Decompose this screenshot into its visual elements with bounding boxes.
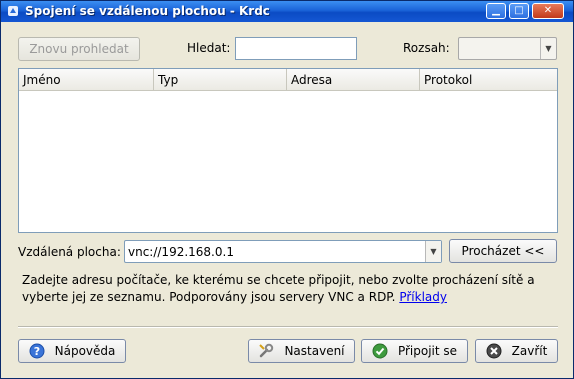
maximize-button[interactable]: □: [509, 3, 529, 19]
minimize-button[interactable]: ▁: [486, 3, 506, 19]
list-header: Jméno Typ Adresa Protokol: [19, 69, 557, 91]
help-label: Nápověda: [54, 344, 116, 358]
remote-address-input[interactable]: [125, 241, 431, 262]
help-icon: ?: [29, 343, 45, 359]
column-header-address[interactable]: Adresa: [287, 69, 420, 90]
close-window-icon: ✕: [543, 5, 553, 16]
window-title: Spojení se vzdálenou plochou - Krdc: [25, 4, 270, 18]
svg-text:?: ?: [33, 345, 39, 358]
settings-button[interactable]: Nastavení: [248, 339, 355, 363]
column-header-name[interactable]: Jméno: [19, 69, 154, 90]
remote-desktop-label: Vzdálená plocha:: [18, 245, 121, 259]
hint-line-2-text: vyberte jej ze seznamu. Podporovány jsou…: [22, 290, 396, 304]
wrench-icon: [259, 343, 274, 358]
close-icon: [486, 343, 502, 359]
chevron-down-icon[interactable]: ▼: [425, 241, 441, 262]
examples-link[interactable]: Příklady: [399, 290, 447, 304]
close-label: Zavřít: [511, 344, 548, 358]
hint-text: Zadejte adresu počítače, ke kterému se c…: [22, 272, 542, 306]
minimize-icon: ▁: [492, 5, 500, 16]
settings-label: Nastavení: [284, 344, 345, 358]
rescan-button[interactable]: Znovu prohledat: [18, 37, 140, 61]
check-icon: [372, 343, 388, 359]
browse-label: Procházet <<: [461, 244, 545, 258]
chevron-down-icon[interactable]: ▼: [540, 38, 556, 59]
remote-address-combo[interactable]: ▼: [124, 240, 442, 263]
search-input[interactable]: [235, 37, 357, 60]
connect-label: Připojit se: [397, 344, 458, 358]
column-header-protocol[interactable]: Protokol: [420, 69, 557, 90]
rescan-label: Znovu prohledat: [29, 42, 129, 56]
connect-button[interactable]: Připojit se: [361, 339, 468, 363]
title-bar[interactable]: Spojení se vzdálenou plochou - Krdc ▁ □ …: [1, 1, 573, 22]
close-window-button[interactable]: ✕: [532, 3, 564, 19]
help-button[interactable]: ? Nápověda: [18, 339, 126, 363]
separator: [18, 326, 558, 328]
hint-line-1: Zadejte adresu počítače, ke kterému se c…: [22, 273, 535, 287]
app-icon: [8, 6, 18, 16]
host-list[interactable]: Jméno Typ Adresa Protokol: [18, 68, 558, 233]
close-button[interactable]: Zavřít: [475, 339, 558, 363]
column-header-type[interactable]: Typ: [154, 69, 287, 90]
scope-label: Rozsah:: [403, 41, 450, 55]
maximize-icon: □: [514, 5, 524, 16]
hint-line-2: vyberte jej ze seznamu. Podporovány jsou…: [22, 289, 542, 306]
search-label: Hledat:: [187, 41, 231, 55]
scope-select[interactable]: ▼: [458, 37, 557, 60]
browse-button[interactable]: Procházet <<: [449, 239, 557, 263]
dialog-window: Spojení se vzdálenou plochou - Krdc ▁ □ …: [0, 0, 574, 379]
